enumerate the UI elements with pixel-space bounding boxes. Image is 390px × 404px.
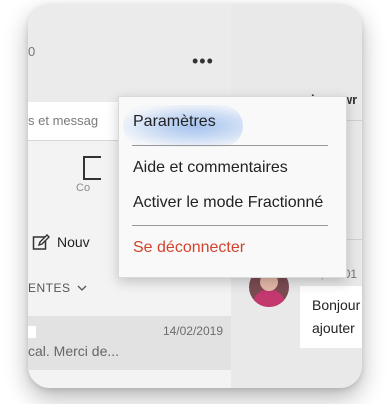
more-horizontal-icon[interactable]: ••• <box>192 52 214 70</box>
edit-icon <box>32 234 50 250</box>
section-header[interactable]: ENTES <box>28 281 87 295</box>
search-placeholder: s et messag <box>28 113 99 128</box>
compose-icon[interactable] <box>83 156 101 180</box>
chevron-down-icon <box>77 285 87 291</box>
new-message-label: Nouv <box>57 234 90 250</box>
message-bubble[interactable]: Bonjour ajouter <box>300 286 362 348</box>
list-item[interactable]: 14/02/2019 cal. Merci de... <box>28 316 231 370</box>
menu-divider <box>132 225 328 226</box>
list-header: 0 ••• <box>28 4 231 102</box>
avatar <box>28 326 36 338</box>
menu-item-split-mode[interactable]: Activer le mode Fractionné <box>133 194 323 212</box>
list-item-snippet: cal. Merci de... <box>28 343 120 359</box>
message-line: ajouter <box>312 320 355 336</box>
menu-item-sign-out[interactable]: Se déconnecter <box>133 239 245 257</box>
context-menu: Paramètres Aide et commentaires Activer … <box>118 96 347 278</box>
menu-item-help-feedback[interactable]: Aide et commentaires <box>133 159 288 177</box>
message-line: Bonjour <box>312 297 361 313</box>
compose-caption: Co <box>76 182 91 194</box>
header-title-fragment: 0 <box>28 44 36 59</box>
app-window: 0 ••• s et messag Co Nouv ENTES 14/02/20… <box>28 4 362 388</box>
section-header-label: ENTES <box>28 281 71 295</box>
menu-item-settings[interactable]: Paramètres <box>133 113 216 131</box>
menu-divider <box>132 145 328 146</box>
list-item-date: 14/02/2019 <box>162 324 223 338</box>
